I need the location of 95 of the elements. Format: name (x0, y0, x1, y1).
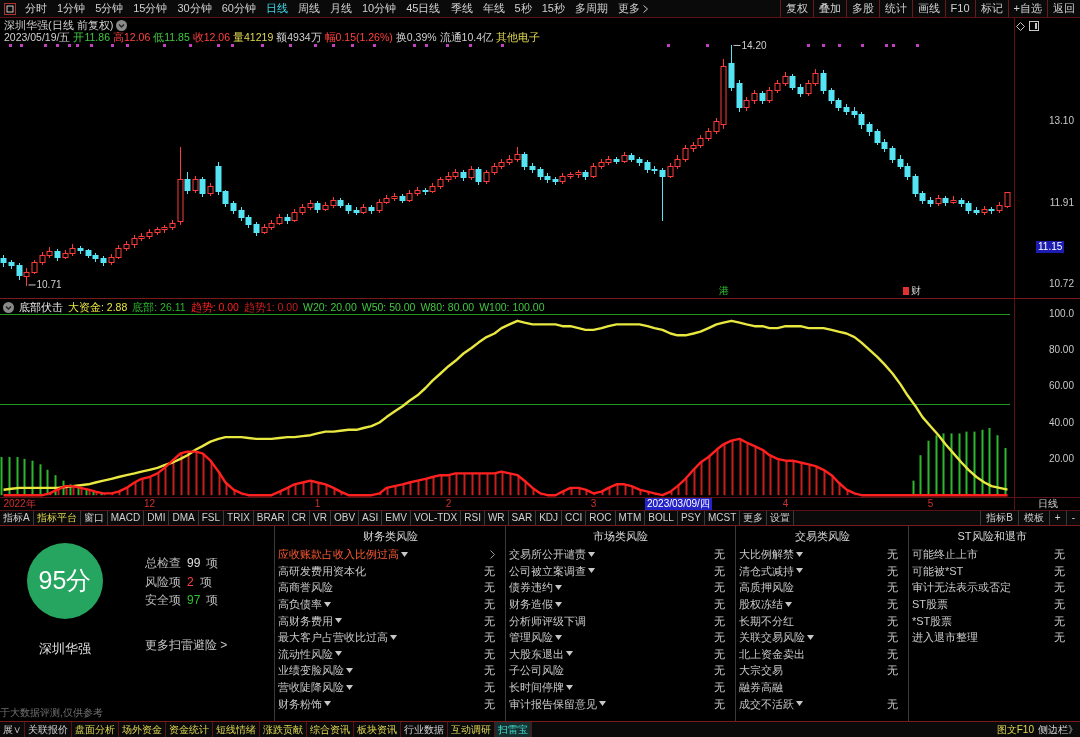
risk-status: 无 (484, 630, 495, 645)
risk-status: 无 (1054, 613, 1065, 628)
risk-status: 无 (484, 680, 495, 695)
stat-count: 97 (187, 592, 201, 610)
risk-status: 无 (714, 680, 725, 695)
stat-label: 风险项 (145, 573, 181, 591)
quote-field: 流通10.4亿 (439, 31, 493, 43)
quote-field: 额4934万 (276, 31, 322, 43)
risk-status: 无 (887, 597, 898, 612)
date-label: 5 (927, 498, 934, 510)
axis-label: 11.91 (1049, 196, 1074, 209)
indicator-name: 底部伏击 (19, 301, 63, 313)
stat-count: 99 (187, 555, 201, 573)
risk-status: 无 (1054, 580, 1065, 595)
risk-status: 无 (484, 696, 495, 711)
quote-field: 量41219 (233, 31, 274, 43)
legend-label: 趋势1 (243, 301, 272, 313)
risk-status: 无 (714, 696, 725, 711)
legend-value: : 2.88 (101, 301, 128, 313)
annotation: 10.71 (36, 279, 62, 291)
column-header: ST风险和退市 (957, 528, 1027, 544)
price-annotation: 14.20 (733, 39, 767, 51)
risk-status: 无 (714, 580, 725, 595)
axis-label: 10.72 (1048, 278, 1074, 291)
legend-label: 趋势 (190, 301, 213, 313)
legend-value: : 0.00 (212, 301, 239, 313)
risk-status: 无 (714, 563, 725, 578)
indicator-value: W80: 80.00 (420, 301, 475, 313)
column-header: 交易类风险 (794, 528, 850, 544)
risk-status: 无 (484, 613, 495, 628)
legend-value: : 0.00 (271, 301, 299, 313)
date-label: 12 (143, 498, 156, 510)
axis-label: 13.10 (1048, 114, 1074, 127)
quote-field: 高12.06 (112, 31, 151, 43)
risk-status: 无 (714, 547, 725, 562)
disclaimer-text: 于大数据评测,仅供参考 (0, 707, 104, 719)
price-annotation: 10.71 (28, 279, 62, 291)
risk-status: 无 (1054, 597, 1065, 612)
risk-status: 无 (1054, 547, 1065, 562)
column-header: 市场类风险 (593, 528, 648, 544)
stat-label: 总检查 (145, 555, 181, 573)
risk-status: 无 (887, 646, 898, 661)
crosshair-date: 2023/03/09/四 (645, 498, 712, 510)
risk-status: 无 (714, 630, 725, 645)
risk-status: 无 (887, 547, 898, 562)
risk-status: 无 (714, 663, 725, 678)
risk-status: 无 (714, 597, 725, 612)
quote-field: 2023/05/19/五 (4, 31, 71, 43)
stat-unit: 项 (206, 592, 219, 610)
crosshair-price: 11.15 (1036, 241, 1065, 253)
axis-label: 100.0 (1048, 307, 1074, 320)
annotation: 14.20 (741, 39, 767, 51)
risk-status: 无 (1054, 563, 1065, 578)
stat-unit: 项 (206, 555, 219, 573)
quote-field: 低11.85 (153, 31, 190, 43)
date-label: 4 (782, 498, 789, 510)
axis-label: 20.00 (1048, 452, 1074, 465)
stat-count: 2 (187, 573, 194, 591)
legend-label: 大资金 (68, 301, 101, 313)
axis-label: 80.00 (1048, 343, 1074, 356)
risk-status: 无 (887, 696, 898, 711)
risk-status: 无 (887, 580, 898, 595)
column-header: 财务类风险 (362, 528, 418, 544)
quote-field: 其他电子 (496, 31, 540, 43)
indicator-value: W20: 20.00 (303, 301, 357, 313)
risk-status: 无 (1054, 630, 1065, 645)
risk-status: 无 (887, 563, 898, 578)
stat-unit: 项 (199, 573, 212, 591)
risk-status: 无 (887, 613, 898, 628)
legend-value: : 26.11 (154, 301, 186, 313)
risk-status: 无 (714, 613, 725, 628)
risk-status: 无 (484, 646, 495, 661)
risk-status: 无 (887, 630, 898, 645)
risk-status: 无 (484, 563, 495, 578)
indicator-value: W50: 50.00 (361, 301, 416, 313)
stock-name: 深圳华强 (39, 641, 91, 657)
risk-status: 无 (887, 663, 898, 678)
risk-status: 无 (484, 663, 495, 678)
quote-field: 收12.06 (192, 31, 231, 43)
risk-status: 无 (484, 597, 495, 612)
quote-field: 换0.39% (395, 31, 437, 43)
date-label: 3 (590, 498, 597, 510)
date-label: 1 (314, 498, 321, 510)
date-label: 2 (445, 498, 452, 510)
axis-label: 60.00 (1048, 380, 1074, 393)
quote-field: 开11.86 (73, 31, 110, 43)
quote-field: 幅0.15(1.26%) (324, 31, 393, 43)
chart-title: 深圳华强(日线 前复权) (4, 19, 114, 31)
risk-status: 无 (484, 580, 495, 595)
stat-label: 安全项 (145, 592, 181, 610)
indicator-value: W100: 100.00 (479, 301, 545, 313)
risk-status: 无 (714, 646, 725, 661)
axis-label: 40.00 (1048, 416, 1074, 429)
period-label: 日线 (1037, 498, 1058, 510)
date-label: 2022年 (3, 498, 36, 510)
